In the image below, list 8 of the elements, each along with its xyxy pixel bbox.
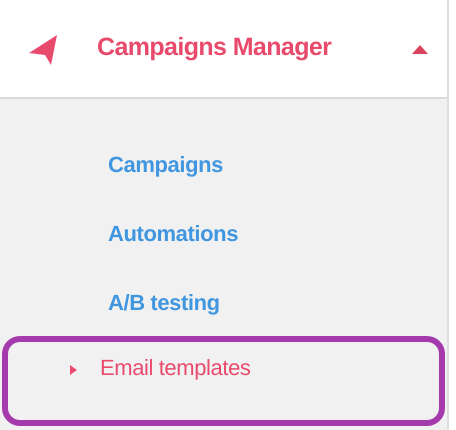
arrow-icon xyxy=(70,365,77,375)
menu-item[interactable]: Email templates xyxy=(2,336,445,426)
paper-plane-icon xyxy=(27,33,59,65)
menu-title: Campaigns Manager xyxy=(97,33,332,62)
menu-item[interactable]: Campaigns xyxy=(2,132,445,201)
menu-item[interactable]: A/B testing xyxy=(2,270,445,339)
menu-item[interactable]: Automations xyxy=(2,201,445,270)
menu-header[interactable]: Campaigns Manager xyxy=(0,0,447,99)
